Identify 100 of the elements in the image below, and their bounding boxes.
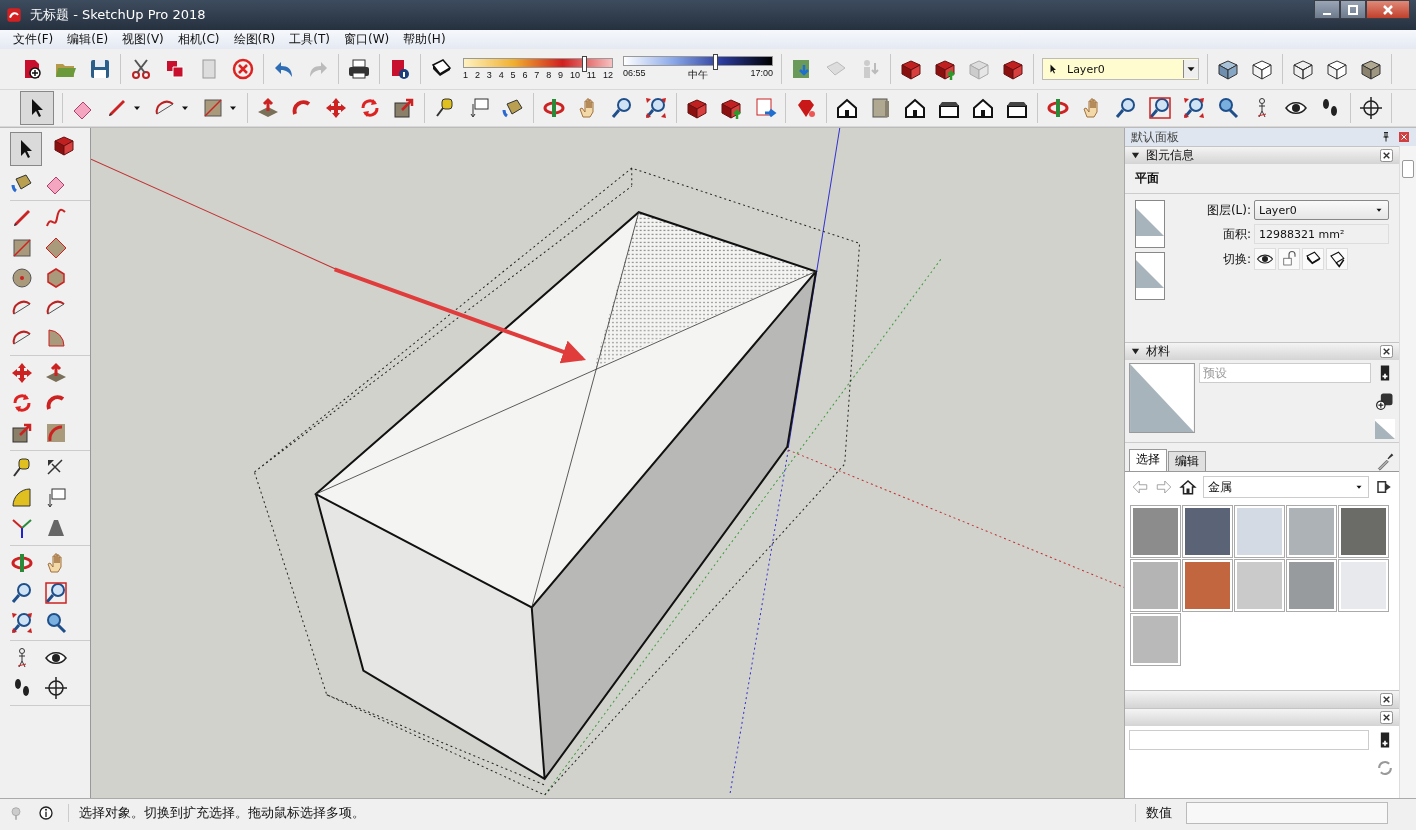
tray-title: 默认面板 [1131,128,1179,146]
menu-item[interactable]: 绘图(R) [226,31,283,48]
area-field: 12988321 mm² [1254,224,1389,244]
info-icon[interactable] [38,804,54,821]
menu-item[interactable]: 编辑(E) [60,31,116,48]
expand-triangle-icon[interactable] [1131,347,1140,356]
home-icon[interactable] [1179,478,1197,496]
save-floppy-icon[interactable] [88,57,112,81]
zoom-extents-icon[interactable] [1182,96,1206,120]
field-label: 切换: [1221,250,1251,268]
orbit-icon[interactable] [1046,96,1070,120]
zoom-window-icon[interactable] [1148,96,1172,120]
library-dropdown[interactable]: 金属 [1203,476,1369,498]
zoom-window-icon[interactable] [44,580,68,606]
material-name-field[interactable]: 预设 [1199,363,1371,383]
eye-icon[interactable] [1254,248,1276,270]
close-icon[interactable] [1380,345,1393,358]
house-icon[interactable] [903,96,927,120]
delete-circle-icon[interactable] [231,57,255,81]
close-button[interactable] [1366,0,1410,19]
zoom-extents-icon[interactable] [10,610,34,636]
front-material-swatch[interactable] [1135,200,1165,248]
polygon-icon[interactable] [44,265,68,291]
material-swatch[interactable] [1287,560,1336,611]
month-label: 2 [474,70,480,80]
section-header[interactable]: 材料 [1125,342,1399,360]
close-icon[interactable] [1380,693,1393,706]
material-swatch[interactable] [1339,560,1388,611]
crosshair-icon[interactable] [1359,96,1383,120]
minimize-icon [1323,12,1331,15]
menu-item[interactable]: 工具(T) [282,31,337,48]
material-swatch[interactable] [1183,506,1232,557]
move-arrows-icon[interactable] [324,96,348,120]
material-swatch[interactable] [1183,560,1232,611]
measurements-field[interactable] [1186,801,1388,824]
caret-icon[interactable] [1183,60,1198,78]
close-icon[interactable] [1380,149,1393,162]
material-swatch[interactable] [1131,614,1180,665]
month-label: 7 [534,70,540,80]
maximize-button[interactable] [1340,0,1366,19]
material-swatch[interactable] [1131,560,1180,611]
close-icon[interactable] [1380,711,1393,724]
menu-item[interactable]: 窗口(W) [336,31,397,48]
material-swatch-icon[interactable] [1375,419,1395,439]
tab[interactable]: 选择 [1129,449,1167,471]
zoom-icon[interactable] [610,96,634,120]
expand-triangle-icon[interactable] [1131,151,1140,160]
material-swatch[interactable] [1287,506,1336,557]
menu-item[interactable]: 文件(F) [6,31,61,48]
window-title: 无标题 - SketchUp Pro 2018 [30,6,206,24]
scissors-icon[interactable] [129,57,153,81]
printer-icon[interactable] [347,57,371,81]
cursor-icon[interactable] [10,132,42,166]
minimize-button[interactable] [1314,0,1340,19]
crosshair-icon[interactable] [44,675,68,701]
material-swatch[interactable] [1339,506,1388,557]
cast-shadow-icon[interactable] [1302,248,1324,270]
refresh-icon[interactable] [1375,758,1395,778]
time-label: 06:55 [623,68,646,80]
input-field[interactable] [1129,730,1369,750]
rectangle-icon[interactable] [201,96,225,120]
circle-icon[interactable] [10,265,34,291]
create-material-icon[interactable] [1375,391,1395,411]
previous-view-icon[interactable] [44,610,68,636]
month-label: 5 [510,70,516,80]
eyedropper-icon[interactable] [1375,451,1395,471]
house-icon[interactable] [971,96,995,120]
layer-dropdown[interactable]: Layer0 [1254,200,1389,220]
previous-view-icon[interactable] [1216,96,1240,120]
paint-bucket-icon[interactable] [501,96,525,120]
material-swatch[interactable] [1235,560,1284,611]
house-icon[interactable] [835,96,859,120]
section-header[interactable]: 图元信息 [1125,146,1399,164]
material-swatch[interactable] [1131,506,1180,557]
month-label: 12 [602,70,613,80]
layer-dropdown[interactable]: Layer0 [1042,58,1199,80]
slider-thumb[interactable] [712,54,718,70]
zoom-icon[interactable] [10,580,34,606]
material-preview [1129,363,1195,433]
month-label: 9 [558,70,563,80]
details-arrow-icon[interactable] [1375,478,1393,496]
slider-thumb[interactable] [582,56,588,72]
scale-icon[interactable] [392,96,416,120]
menu-item[interactable]: 帮助(H) [396,31,453,48]
back-material-swatch[interactable] [1135,252,1165,300]
material-swatch[interactable] [1235,506,1284,557]
tab[interactable]: 编辑 [1168,451,1206,471]
scrollbar[interactable] [1399,146,1416,798]
zoom-extents-icon[interactable] [644,96,668,120]
month-label: 3 [486,70,492,80]
menu-item[interactable]: 相机(C) [170,31,227,48]
cursor-icon[interactable] [20,91,54,125]
month-label: 4 [498,70,504,80]
field-label: 面积: [1221,225,1251,243]
export-icon[interactable] [753,96,777,120]
orbit-icon[interactable] [542,96,566,120]
menu-item[interactable]: 视图(V) [115,31,171,48]
zoom-icon[interactable] [1114,96,1138,120]
push-pull-icon[interactable] [256,96,280,120]
receive-shadow-icon[interactable] [1326,248,1348,270]
